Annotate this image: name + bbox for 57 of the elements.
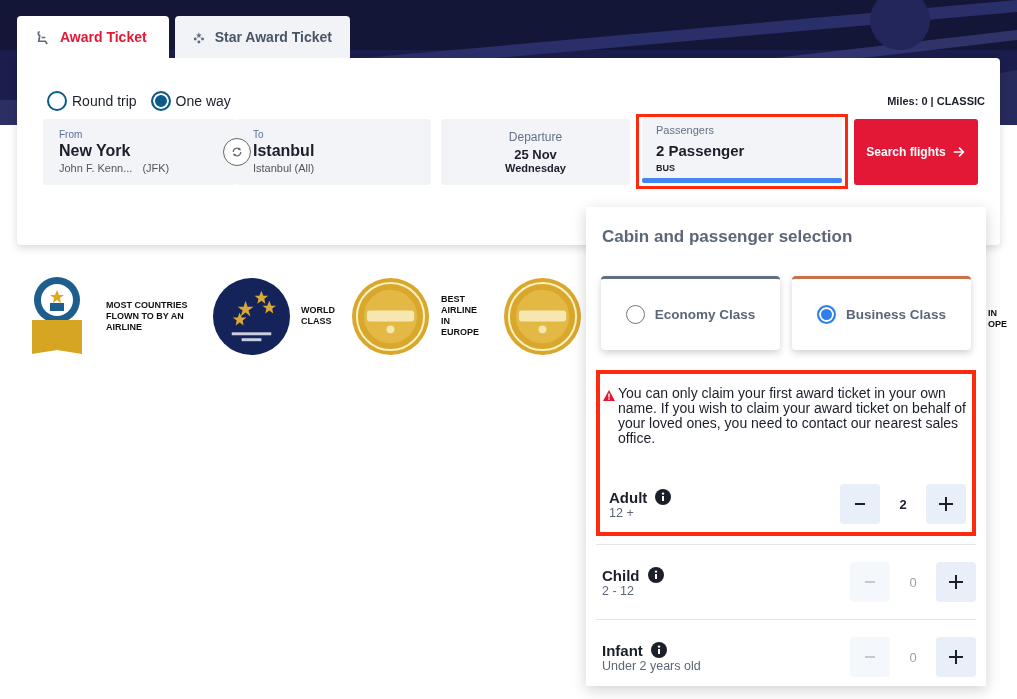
cabin-option[interactable]: Business Class <box>792 276 971 350</box>
plus-icon <box>948 574 964 590</box>
info-icon[interactable] <box>647 567 664 583</box>
departure-date: 25 Nov <box>514 146 557 162</box>
plus-icon <box>948 649 964 665</box>
passenger-count: 2 Passenger <box>656 142 746 159</box>
field-label: Passengers <box>656 124 716 136</box>
departure-field[interactable]: Departure 25 Nov Wednesday <box>441 118 630 185</box>
field-label: Departure <box>508 129 563 144</box>
medal-icon <box>503 276 582 356</box>
airport-name: John F. Kenn... <box>59 161 133 174</box>
to-field[interactable]: To Istanbul Istanbul (All) <box>237 118 431 185</box>
traveller-type: Infant <box>602 641 643 659</box>
age-range: 2 - 12 <box>602 583 635 598</box>
award-caption: WORLD CLASS <box>301 305 336 327</box>
plus-icon <box>938 496 954 512</box>
warning-message: You can only claim your first award ticket in your own name. If you wish to claim your award ticket on behalf of your loved ones, you need to contact our nearest sales office. <box>618 386 966 446</box>
field-label: To <box>253 128 265 140</box>
count-value: 0 <box>908 649 918 665</box>
search-flights-button[interactable]: Search flights <box>854 118 978 185</box>
star-badge-icon <box>212 276 291 356</box>
age-range: Under 2 years old <box>602 658 701 673</box>
award-caption: BEST AIRLINE IN EUROPE <box>441 294 480 338</box>
field-label: From <box>59 128 84 140</box>
city-name: Istanbul <box>253 141 316 160</box>
record-badge-icon <box>32 276 82 356</box>
warning-icon <box>603 390 615 401</box>
info-icon[interactable] <box>650 642 667 658</box>
miles-status: Miles: 0 | CLASSIC <box>887 95 985 107</box>
tab[interactable]: Award Ticket <box>17 16 169 58</box>
departure-weekday: Wednesday <box>505 161 566 174</box>
airport-code: (JFK) <box>142 161 170 174</box>
trip-type-radio[interactable]: One way <box>150 91 231 111</box>
airport-name: Istanbul (All) <box>253 161 316 174</box>
age-range: 12 + <box>609 505 635 520</box>
award-caption: MOST COUNTRIES FLOWN TO BY AN AIRLINE <box>106 299 189 333</box>
passengers-field[interactable]: Passengers 2 Passenger BUS <box>642 117 842 183</box>
city-name: New York <box>59 141 132 160</box>
traveller-type: Child <box>602 566 640 584</box>
traveller-type: Adult <box>609 488 648 506</box>
count-value: 2 <box>898 496 908 512</box>
trip-type-radio[interactable]: Round trip <box>47 91 137 111</box>
cabin-option[interactable]: Economy Class <box>601 276 780 350</box>
count-value: 0 <box>908 574 918 590</box>
increase-button[interactable] <box>926 484 966 524</box>
increase-button[interactable] <box>936 637 976 677</box>
medal-icon <box>351 276 430 356</box>
cabin-code: BUS <box>656 163 676 173</box>
info-icon[interactable] <box>655 489 672 505</box>
increase-button[interactable] <box>936 562 976 602</box>
award-caption: IN OPE <box>988 307 1007 330</box>
tab[interactable]: Star Award Ticket <box>175 16 350 58</box>
popup-title: Cabin and passenger selection <box>601 227 854 247</box>
from-field[interactable]: From New York John F. Kenn... (JFK) <box>43 118 237 185</box>
swap-icon <box>231 145 243 158</box>
seat-icon <box>35 29 50 45</box>
arrow-icon <box>951 144 966 159</box>
